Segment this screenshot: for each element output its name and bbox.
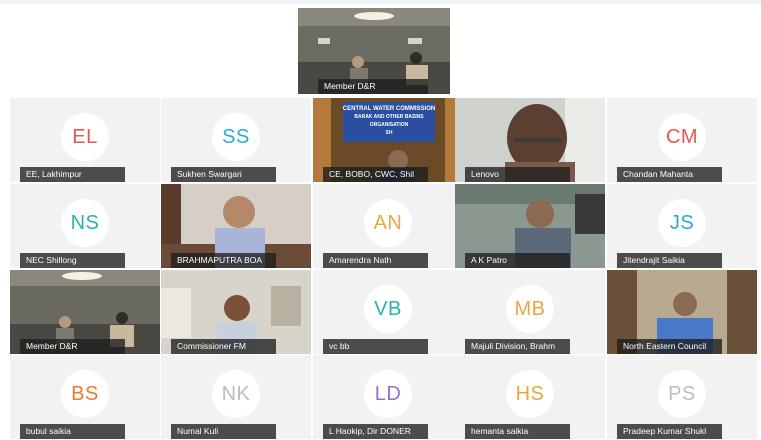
participant-name: EE, Lakhimpur [20,167,125,182]
avatar-initials: MB [506,285,554,333]
cwc-sign-text: BARAK AND OTHER BASINS [354,114,424,120]
participant-tile[interactable]: Commissioner FM [161,270,311,354]
participant-name: Amarendra Nath [323,253,428,268]
participant-name: BRAHMAPUTRA BOA [171,253,276,268]
participant-tile[interactable]: SS Sukhen Swargari [161,98,311,182]
participant-name: Numal Kuli [171,424,276,439]
participant-name: bubul saikia [20,424,125,439]
participant-tile[interactable]: HS hemanta saikia [455,355,605,439]
spotlight-video-tile[interactable]: Member D&R [298,8,450,94]
participant-name: Majuli Division, Brahm [465,339,570,354]
participant-name: Member D&R [318,79,428,94]
participant-tile[interactable]: CM Chandan Mahanta [607,98,757,182]
participant-tile[interactable]: EL EE, Lakhimpur [10,98,160,182]
participant-name: Sukhen Swargari [171,167,276,182]
avatar-initials: AN [364,199,412,247]
participant-name: NEC Shillong [20,253,125,268]
participant-tile[interactable]: NK Numal Kuli [161,355,311,439]
participant-tile[interactable]: Lenovo [455,98,605,182]
top-bar [0,0,761,4]
participant-tile[interactable]: JS Jitendrajit Saikia [607,184,757,268]
participant-name: Member D&R [20,339,125,354]
participant-tile[interactable]: NS NEC Shillong [10,184,160,268]
participant-name: North Eastern Council [617,339,722,354]
participant-tile[interactable]: North Eastern Council [607,270,757,354]
participant-name: hemanta saikia [465,424,570,439]
participant-tile[interactable]: BRAHMAPUTRA BOA [161,184,311,268]
participant-tile[interactable]: PS Pradeep Kumar Shukl [607,355,757,439]
avatar-initials: CM [658,113,706,161]
participant-tile[interactable]: VB vc bb [313,270,463,354]
participant-name: Commissioner FM [171,339,276,354]
participant-name: Lenovo [465,167,570,182]
participant-name: Chandan Mahanta [617,167,722,182]
participant-tile[interactable]: MB Majuli Division, Brahm [455,270,605,354]
participant-tile[interactable]: A K Patro [455,184,605,268]
participant-name: L Haokip, Dir DONER [323,424,428,439]
participant-name: CE, BOBO, CWC, Shil [323,167,428,182]
avatar-initials: HS [506,370,554,418]
avatar-initials: NK [212,370,260,418]
participant-tile[interactable]: LD L Haokip, Dir DONER [313,355,463,439]
participant-tile[interactable]: CENTRAL WATER COMMISSION BARAK AND OTHER … [313,98,463,182]
participant-tile[interactable]: BS bubul saikia [10,355,160,439]
participant-tile[interactable]: AN Amarendra Nath [313,184,463,268]
avatar-initials: SS [212,113,260,161]
avatar-initials: EL [61,113,109,161]
participant-tile[interactable]: Member D&R [10,270,160,354]
cwc-sign-text: ORGANISATION [370,122,409,128]
avatar-initials: LD [364,370,412,418]
avatar-initials: BS [61,370,109,418]
participant-name: Jitendrajit Saikia [617,253,722,268]
cwc-sign-text: SH [386,130,393,136]
participant-name: A K Patro [465,253,570,268]
cwc-sign-text: CENTRAL WATER COMMISSION [343,106,435,112]
avatar-initials: PS [658,370,706,418]
participant-name: vc bb [323,339,428,354]
avatar-initials: JS [658,199,706,247]
avatar-initials: VB [364,285,412,333]
avatar-initials: NS [61,199,109,247]
participant-name: Pradeep Kumar Shukl [617,424,722,439]
